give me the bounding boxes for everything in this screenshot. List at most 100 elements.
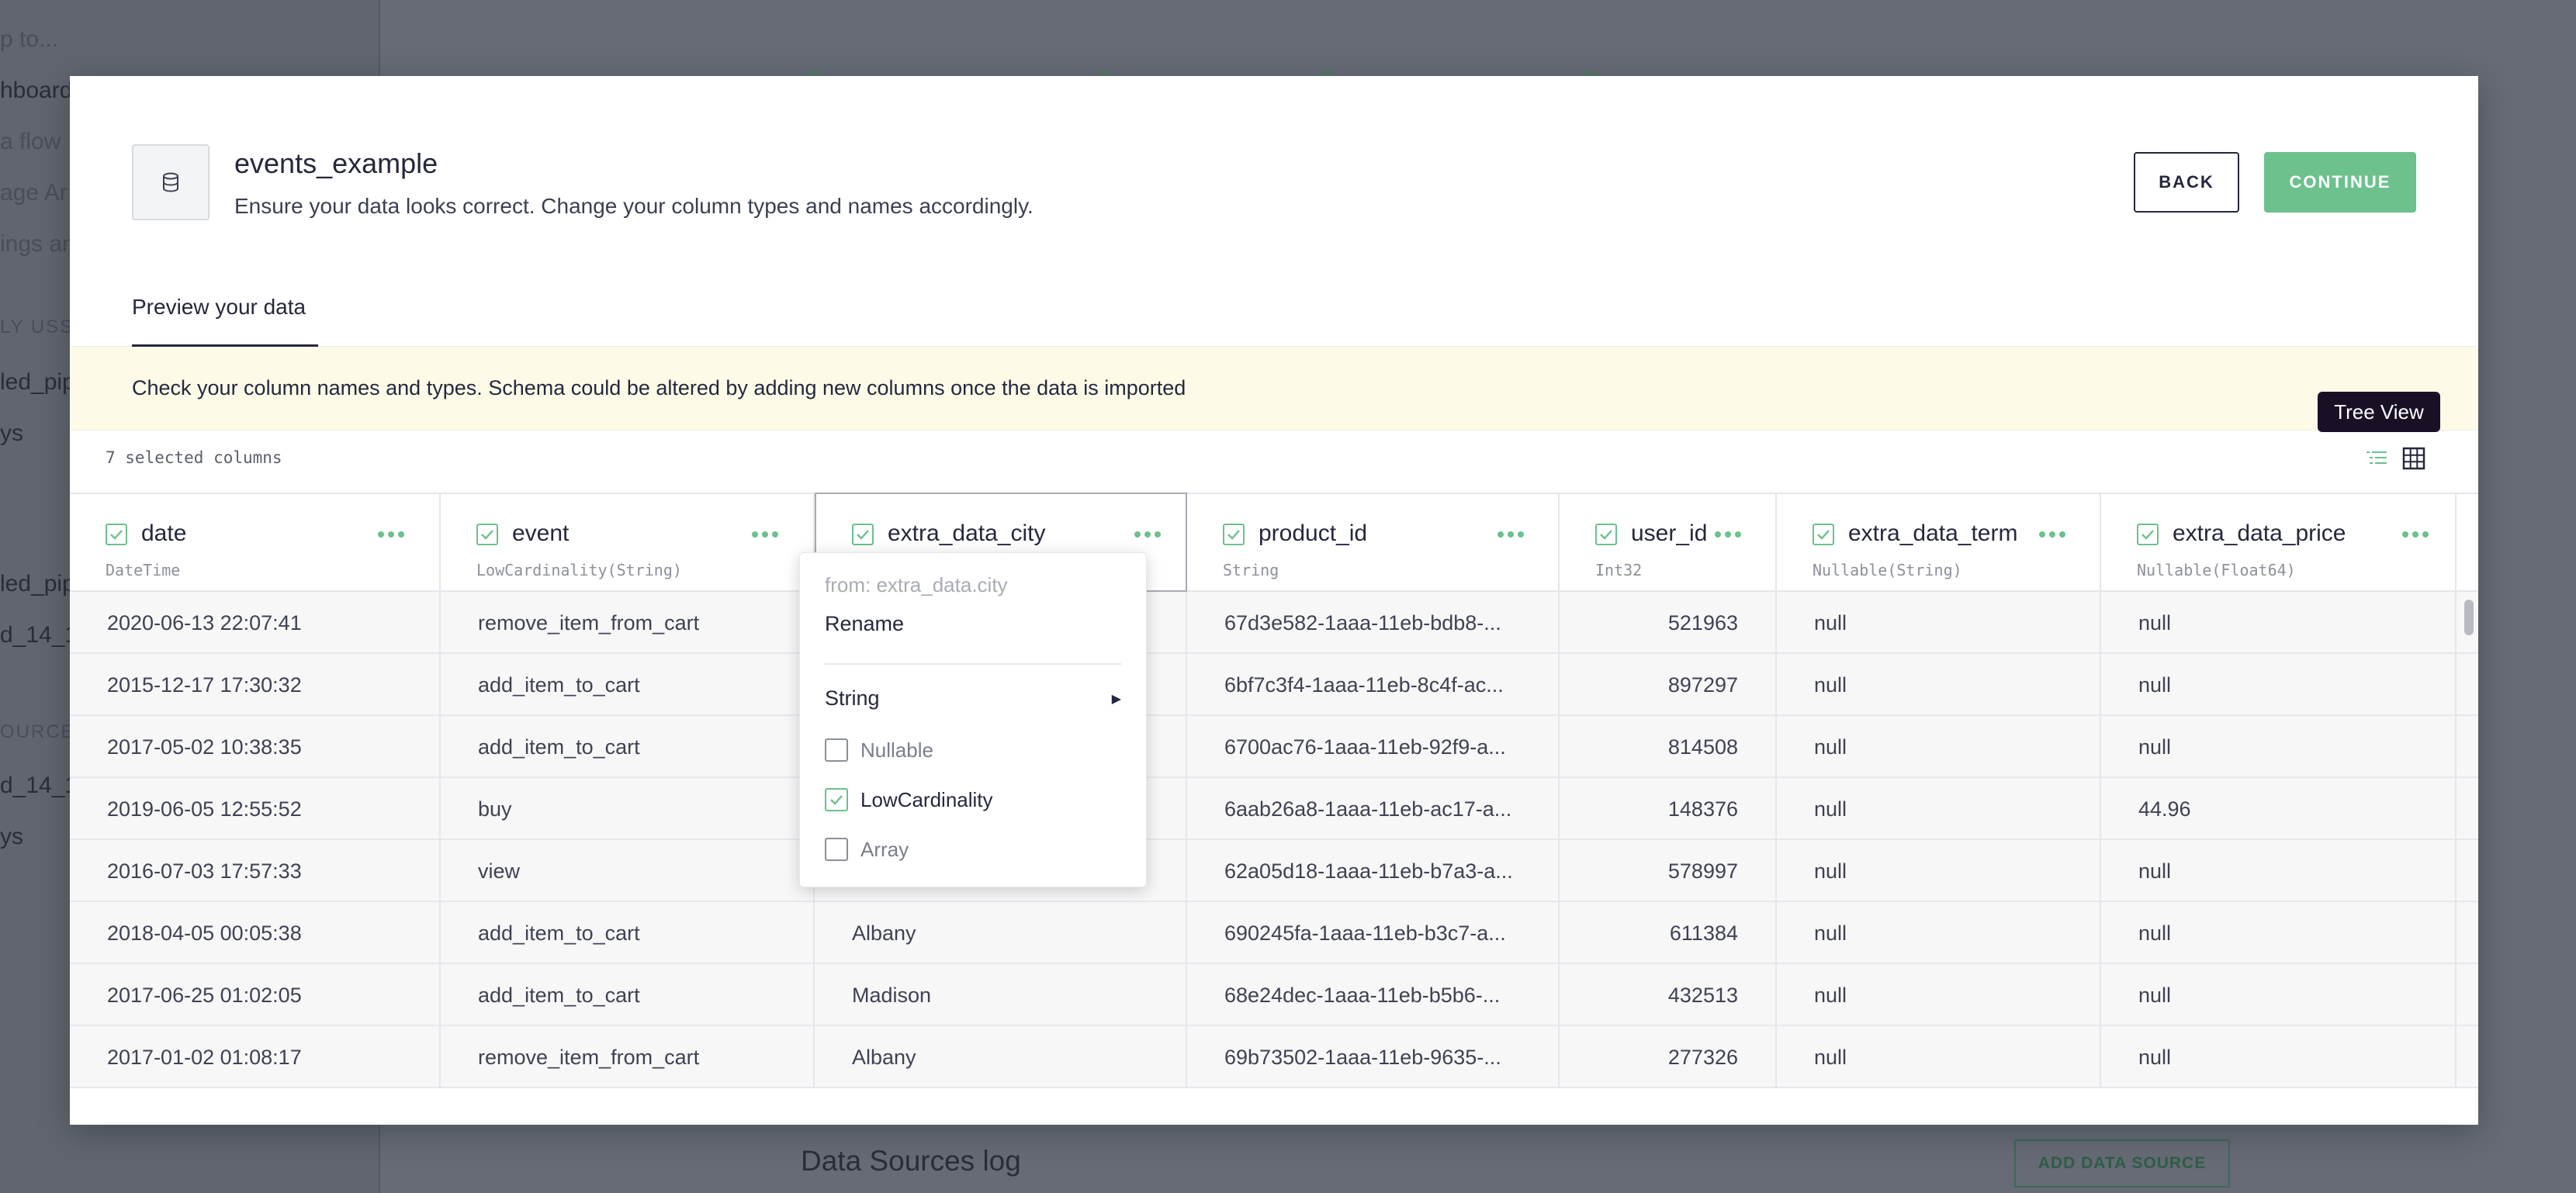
background-sidebar-item: a flow <box>0 129 61 154</box>
table-cell-event: buy <box>441 778 815 840</box>
column-header-extra-data-term[interactable]: extra_data_term Nullable(String) <box>1777 494 2101 592</box>
menu-option-array[interactable]: Array <box>825 835 1121 863</box>
data-sources-log-title: Data Sources log <box>801 1145 1021 1177</box>
column-menu-icon[interactable] <box>1497 531 1524 538</box>
column-name: date <box>141 520 187 546</box>
menu-option-checkbox[interactable] <box>825 738 848 762</box>
vertical-scrollbar[interactable] <box>2464 600 2474 635</box>
column-select-checkbox[interactable] <box>1223 524 1245 545</box>
table-cell-extra-data-price: null <box>2101 1026 2457 1088</box>
background-sidebar-item: LY USS <box>0 316 74 337</box>
submenu-arrow-icon: ▶ <box>1111 693 1121 706</box>
table-cell-user-id: 578997 <box>1560 840 1777 902</box>
column-name: extra_data_price <box>2173 520 2346 546</box>
column-type: DateTime <box>106 561 181 579</box>
table-cell-product-id: 690245fa-1aaa-11eb-b3c7-a... <box>1187 902 1560 964</box>
column-type: Nullable(Float64) <box>2137 561 2296 579</box>
column-options-menu: from: extra_data.city Rename String ▶ Nu… <box>799 552 1147 887</box>
table-view-icon[interactable] <box>2401 445 2427 472</box>
column-select-checkbox[interactable] <box>1813 524 1834 545</box>
table-cell-event: add_item_to_cart <box>441 964 815 1026</box>
table-cell-extra-data-term: null <box>1777 964 2101 1026</box>
table-cell-product-id: 6aab26a8-1aaa-11eb-ac17-a... <box>1187 778 1560 840</box>
table-cell-date: 2019-06-05 12:55:52 <box>70 778 441 840</box>
table-cell-extra-data-price: null <box>2101 654 2457 716</box>
column-header-date[interactable]: date DateTime <box>70 494 441 592</box>
menu-option-lowcardinality[interactable]: LowCardinality <box>825 786 1121 814</box>
back-button[interactable]: BACK <box>2134 152 2239 213</box>
column-menu-icon[interactable] <box>1134 531 1161 538</box>
column-type: Nullable(String) <box>1813 561 1962 579</box>
table-cell-event: add_item_to_cart <box>441 716 815 778</box>
background-sidebar-item: ys <box>0 824 23 849</box>
column-select-checkbox[interactable] <box>852 524 874 545</box>
table-cell-product-id: 68e24dec-1aaa-11eb-b5b6-... <box>1187 964 1560 1026</box>
column-select-checkbox[interactable] <box>106 524 127 545</box>
menu-rename[interactable]: Rename <box>825 612 904 636</box>
table-cell-extra-data-city: Albany <box>815 902 1187 964</box>
banner-text: Check your column names and types. Schem… <box>132 376 1186 399</box>
table-cell-extra-data-term: null <box>1777 778 2101 840</box>
table-cell-event: view <box>441 840 815 902</box>
menu-option-label: Nullable <box>860 738 933 762</box>
background-sidebar-item: hboard <box>0 78 73 103</box>
table-row: 2017-01-02 01:08:17 remove_item_from_cart… <box>70 1026 2478 1088</box>
table-cell-date: 2020-06-13 22:07:41 <box>70 592 441 654</box>
background-sidebar-item: led_pip <box>0 571 75 596</box>
table-row: 2017-05-02 10:38:35 add_item_to_cart 6700a… <box>70 716 2478 778</box>
column-name: product_id <box>1259 520 1368 546</box>
table-cell-date: 2018-04-05 00:05:38 <box>70 902 441 964</box>
column-menu-icon[interactable] <box>752 531 778 538</box>
table-cell-extra-data-price: null <box>2101 840 2457 902</box>
column-select-checkbox[interactable] <box>1595 524 1617 545</box>
menu-divider <box>825 663 1121 665</box>
table-cell-extra-data-term: null <box>1777 592 2101 654</box>
continue-button[interactable]: CONTINUE <box>2264 152 2416 213</box>
column-select-checkbox[interactable] <box>2137 524 2159 545</box>
column-header-product-id[interactable]: product_id String <box>1187 494 1560 592</box>
table-cell-extra-data-term: null <box>1777 840 2101 902</box>
tree-view-icon[interactable] <box>2363 447 2390 470</box>
column-menu-icon[interactable] <box>2402 531 2429 538</box>
column-menu-icon[interactable] <box>2039 531 2065 538</box>
table-cell-event: remove_item_from_cart <box>441 1026 815 1088</box>
table-cell-user-id: 814508 <box>1560 716 1777 778</box>
table-cell-extra-data-city: Madison <box>815 964 1187 1026</box>
menu-option-checkbox[interactable] <box>825 838 848 861</box>
column-header-user-id[interactable]: user_id Int32 <box>1560 494 1777 592</box>
table-cell-extra-data-price: null <box>2101 716 2457 778</box>
preview-modal: events_example Ensure your data looks co… <box>70 76 2478 1125</box>
menu-source-path: from: extra_data.city <box>825 573 1008 596</box>
tab-preview[interactable]: Preview your data <box>132 295 306 320</box>
column-select-checkbox[interactable] <box>476 524 498 545</box>
menu-option-checkbox[interactable] <box>825 788 848 811</box>
column-type: LowCardinality(String) <box>476 561 682 579</box>
table-cell-product-id: 6bf7c3f4-1aaa-11eb-8c4f-ac... <box>1187 654 1560 716</box>
menu-option-nullable[interactable]: Nullable <box>825 736 1121 764</box>
background-sidebar-item: ings an <box>0 231 75 257</box>
column-name: event <box>512 520 570 546</box>
table-cell-user-id: 521963 <box>1560 592 1777 654</box>
column-header-extra-data-price[interactable]: extra_data_price Nullable(Float64) <box>2101 494 2457 592</box>
column-header-event[interactable]: event LowCardinality(String) <box>441 494 815 592</box>
add-data-source-button[interactable]: ADD DATA SOURCE <box>2014 1139 2230 1188</box>
table-cell-event: remove_item_from_cart <box>441 592 815 654</box>
table-cell-user-id: 611384 <box>1560 902 1777 964</box>
column-menu-icon[interactable] <box>378 531 404 538</box>
table-cell-date: 2015-12-17 17:30:32 <box>70 654 441 716</box>
table-cell-extra-data-city: Albany <box>815 1026 1187 1088</box>
table-row: 2018-04-05 00:05:38 add_item_to_cart Alban… <box>70 902 2478 964</box>
table-cell-extra-data-term: null <box>1777 654 2101 716</box>
selected-columns-count: 7 selected columns <box>106 448 282 467</box>
table-cell-user-id: 897297 <box>1560 654 1777 716</box>
table-row: 2017-06-25 01:02:05 add_item_to_cart Madis… <box>70 964 2478 1026</box>
table-cell-date: 2017-01-02 01:08:17 <box>70 1026 441 1088</box>
column-menu-icon[interactable] <box>1715 531 1741 538</box>
column-header-overflow <box>2457 494 2478 592</box>
table-cell-user-id: 148376 <box>1560 778 1777 840</box>
menu-option-label: Array <box>860 837 909 861</box>
table-cell-product-id: 69b73502-1aaa-11eb-9635-... <box>1187 1026 1560 1088</box>
table-cell-user-id: 277326 <box>1560 1026 1777 1088</box>
table-cell-date: 2017-05-02 10:38:35 <box>70 716 441 778</box>
menu-type-submenu[interactable]: String ▶ <box>825 686 1121 711</box>
